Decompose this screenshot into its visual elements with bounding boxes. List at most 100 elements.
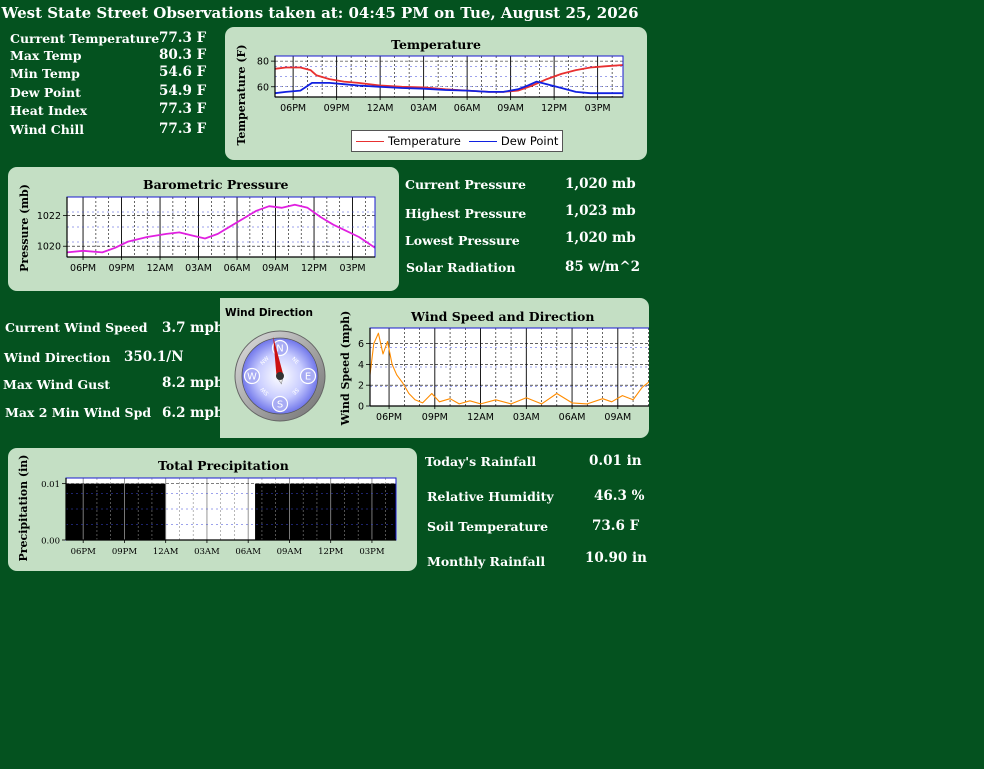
legend-dewpoint-label: Dew Point	[500, 134, 559, 148]
pressure-x-tick-label: 09AM	[262, 263, 289, 274]
temperature-legend: Temperature Dew Point	[351, 130, 564, 152]
wind-x-tick-label: 09PM	[422, 412, 448, 423]
wind-x-tick-label: 09AM	[604, 412, 631, 423]
pressure-x-tick-label: 06PM	[70, 263, 96, 274]
temperature-x-tick-label: 03AM	[410, 103, 437, 114]
temperature-x-tick-label: 12AM	[367, 103, 394, 114]
stat-label-current-pressure: Current Pressure	[405, 177, 527, 192]
pressure-chart: Pressure (mb) 06PM 09PM 12AM 03AM 06AM 09AM 12…	[18, 184, 376, 274]
stat-value-wind-chill: 77.3 F	[159, 121, 207, 137]
stat-value-max-wind-gust: 8.2 mph	[162, 375, 224, 391]
wind-y-tick-label: 0	[358, 402, 364, 413]
pressure-y-tick-label: 1020	[37, 242, 61, 253]
pressure-x-tick-label: 03AM	[185, 263, 212, 274]
compass-w-label: W	[247, 372, 257, 383]
precipitation-x-tick-label: 09AM	[277, 547, 303, 557]
stat-label-max-temp: Max Temp	[10, 48, 82, 63]
stat-label-current-temp: Current Temperature	[10, 31, 160, 46]
temperature-x-tick-label: 06PM	[280, 103, 306, 114]
wind-x-tick-label: 06AM	[559, 412, 586, 423]
stat-value-solar-radiation: 85 w/m^2	[565, 259, 641, 275]
wind-panel: Wind Direction N E S W NE SE SW NW Wind Speed a…	[220, 298, 649, 438]
stat-label-todays-rainfall: Today's Rainfall	[425, 454, 537, 469]
stat-value-soil-temperature: 73.6 F	[592, 518, 640, 534]
temperature-x-tick-label: 06AM	[454, 103, 481, 114]
temperature-x-tick-label: 03PM	[585, 103, 611, 114]
precipitation-x-tick-label: 12AM	[153, 547, 179, 557]
stat-value-current-wind-speed: 3.7 mph	[162, 320, 224, 336]
temperature-y-axis-title: Temperature (F)	[235, 44, 248, 145]
stat-value-current-temp: 77.3 F	[159, 30, 207, 46]
stat-label-solar-radiation: Solar Radiation	[406, 260, 516, 275]
stat-value-monthly-rainfall: 10.90 in	[585, 550, 647, 566]
legend-dewpoint-swatch	[468, 140, 497, 142]
stat-label-max-wind-gust: Max Wind Gust	[3, 377, 111, 392]
wind-y-tick-label: 6	[358, 339, 364, 350]
stat-label-current-wind-speed: Current Wind Speed	[5, 320, 148, 335]
stat-value-max-2min-wind: 6.2 mph	[162, 405, 224, 421]
stat-value-heat-index: 77.3 F	[159, 101, 207, 117]
precipitation-bar-0	[66, 483, 166, 540]
wind-x-tick-label: 03AM	[513, 412, 540, 423]
temperature-x-tick-label: 12PM	[541, 103, 567, 114]
stat-label-wind-direction: Wind Direction	[4, 350, 111, 365]
compass-e-label: E	[305, 372, 311, 383]
legend-temperature-label: Temperature	[388, 134, 461, 148]
stat-value-highest-pressure: 1,023 mb	[565, 203, 636, 219]
precipitation-x-tick-label: 06PM	[71, 547, 97, 557]
stat-label-lowest-pressure: Lowest Pressure	[405, 233, 520, 248]
stat-label-highest-pressure: Highest Pressure	[405, 206, 527, 221]
pressure-y-axis-title: Pressure (mb)	[18, 184, 31, 272]
temperature-chart-panel: Temperature Temperature (F) 06PM 09PM 12AM…	[225, 27, 647, 160]
precipitation-chart: Precipitation (in) 06PM 09PM 12AM 03AM 06AM 0…	[17, 454, 397, 562]
page-title: West State Street Observations taken at:…	[1, 4, 639, 22]
stat-value-max-temp: 80.3 F	[159, 47, 207, 63]
precipitation-y-tick-label: 0.00	[41, 537, 60, 547]
precipitation-x-tick-label: 12PM	[318, 547, 344, 557]
compass-hub	[276, 372, 284, 380]
wind-y-tick-label: 4	[358, 360, 364, 371]
precipitation-x-tick-label: 03AM	[194, 547, 220, 557]
legend-temperature-swatch	[356, 140, 384, 142]
temperature-y-tick-label: 60	[257, 82, 269, 93]
stat-value-min-temp: 54.6 F	[159, 64, 207, 80]
precipitation-x-tick-label: 03PM	[359, 547, 385, 557]
stat-label-min-temp: Min Temp	[10, 66, 80, 81]
precipitation-bar-1	[255, 483, 396, 540]
stat-value-current-pressure: 1,020 mb	[565, 176, 636, 192]
temperature-y-tick-label: 80	[257, 57, 269, 68]
pressure-x-tick-label: 09PM	[109, 263, 135, 274]
wind-x-tick-label: 12AM	[467, 412, 494, 423]
pressure-x-tick-label: 06AM	[224, 263, 251, 274]
precipitation-chart-panel: Total Precipitation Precipitation (in) 0…	[8, 448, 417, 571]
wind-y-tick-label: 2	[358, 381, 364, 392]
stat-label-monthly-rainfall: Monthly Rainfall	[427, 554, 546, 569]
temperature-x-tick-label: 09AM	[497, 103, 524, 114]
stat-value-lowest-pressure: 1,020 mb	[565, 230, 636, 246]
pressure-x-tick-label: 03PM	[340, 263, 366, 274]
pressure-x-tick-label: 12PM	[301, 263, 327, 274]
pressure-y-tick-label: 1022	[37, 211, 61, 222]
stat-value-relative-humidity: 46.3 %	[594, 488, 645, 504]
wind-y-axis-title: Wind Speed (mph)	[339, 311, 352, 427]
wind-compass: NESWNESESWNW	[234, 330, 326, 422]
stat-label-max-2min-wind: Max 2 Min Wind Spd	[5, 405, 152, 420]
wind-speed-chart: Wind Speed (mph) 06PM 09PM 12AM 03AM 06AM 09A…	[339, 311, 649, 427]
stat-label-soil-temperature: Soil Temperature	[427, 519, 549, 534]
pressure-chart-panel: Barometric Pressure Pressure (mb) 06PM 09…	[8, 167, 399, 291]
stat-label-relative-humidity: Relative Humidity	[427, 489, 554, 504]
compass-s-label: S	[277, 400, 283, 411]
stat-label-wind-chill: Wind Chill	[10, 122, 85, 137]
stat-value-todays-rainfall: 0.01 in	[589, 453, 642, 469]
stat-value-dew-point: 54.9 F	[159, 83, 207, 99]
stat-value-wind-direction: 350.1/N	[124, 349, 184, 365]
precipitation-x-tick-label: 06AM	[235, 547, 261, 557]
precipitation-y-tick-label: 0.01	[41, 480, 60, 490]
precipitation-x-tick-label: 09PM	[112, 547, 138, 557]
temperature-x-tick-label: 09PM	[324, 103, 350, 114]
precipitation-y-axis-title: Precipitation (in)	[17, 454, 30, 561]
stat-label-dew-point: Dew Point	[10, 85, 81, 100]
stat-label-heat-index: Heat Index	[10, 103, 88, 118]
wind-x-tick-label: 06PM	[376, 412, 402, 423]
pressure-x-tick-label: 12AM	[147, 263, 174, 274]
